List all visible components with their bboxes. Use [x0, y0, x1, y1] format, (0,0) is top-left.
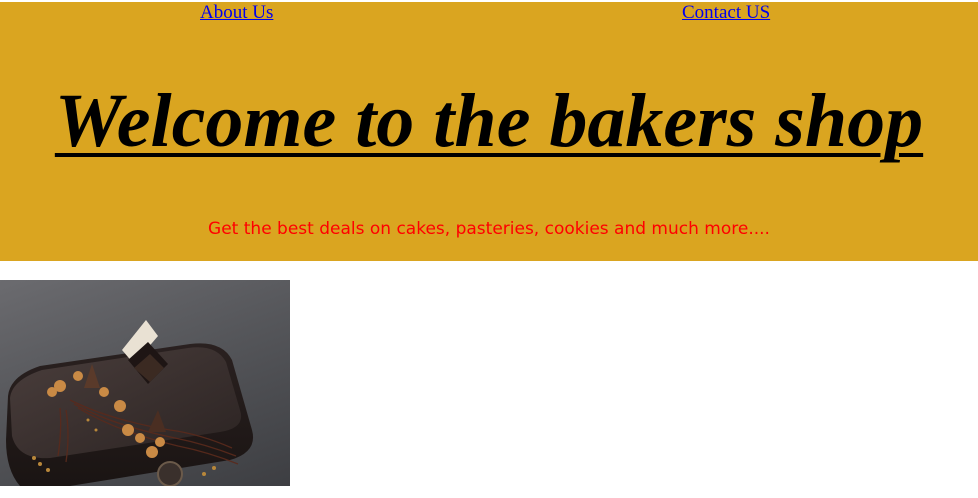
- chocolate-cake-photo: [6, 320, 254, 486]
- hero-banner: About Us Contact US Welcome to the baker…: [0, 2, 978, 261]
- about-us-link[interactable]: About Us: [200, 2, 273, 24]
- tagline: Get the best deals on cakes, pasteries, …: [208, 219, 770, 239]
- contact-us-link[interactable]: Contact US: [682, 2, 770, 24]
- chocolate-cake-image: [0, 280, 290, 486]
- page-title: Welcome to the bakers shop: [54, 79, 924, 163]
